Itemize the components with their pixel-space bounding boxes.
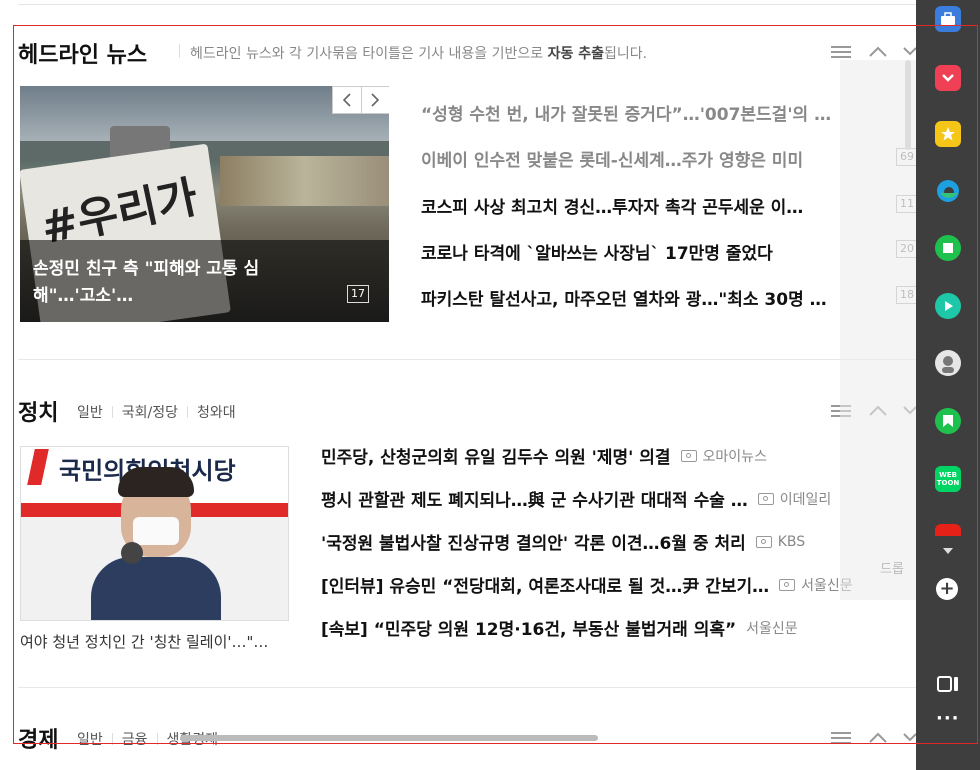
politics-photo-caption[interactable]: 여야 청년 정치인 간 '칭찬 릴레이'…"…: [20, 631, 290, 652]
list-view-icon[interactable]: [831, 730, 851, 749]
collapse-up-icon[interactable]: [868, 729, 888, 748]
sublink-general[interactable]: 일반: [68, 402, 112, 422]
politics-item: [인터뷰] 유승민 “전당대회, 여론조사대로 될 것…尹 간보기… 서울신문: [321, 572, 853, 597]
play-icon[interactable]: [935, 293, 961, 319]
star-icon[interactable]: [935, 121, 961, 147]
sublink-assembly[interactable]: 국회/정당: [113, 402, 187, 422]
title-separator: [179, 44, 180, 58]
news-source[interactable]: 이데일리: [780, 489, 832, 509]
avatar-icon[interactable]: [935, 350, 961, 376]
politics-item-title[interactable]: '국정원 불법사찰 진상규명 결의안' 각론 이견…6월 중 처리: [321, 529, 746, 554]
sublink-general[interactable]: 일반: [68, 729, 112, 749]
headline-photo-caption: 손정민 친구 측 "피해와 고통 심 해"…'고소'… 17: [20, 240, 389, 322]
politics-item: 민주당, 산청군의회 유일 김두수 의원 '제명' 의결 오마이뉴스: [321, 443, 767, 468]
edge-icon[interactable]: [935, 178, 961, 204]
politics-title[interactable]: 정치: [18, 395, 58, 427]
politics-photo[interactable]: 국민의힘인천시당: [20, 446, 289, 621]
camera-icon: [680, 449, 697, 462]
caption-line2: 해"…'고소'…: [33, 286, 134, 306]
browser-sidebar: WEB TOON + ···: [916, 0, 980, 770]
pocket-icon[interactable]: [935, 65, 961, 91]
youtube-icon[interactable]: [935, 524, 961, 536]
collapse-down-icon[interactable]: [903, 729, 917, 748]
politics-sublinks: 일반 국회/정당 청와대: [68, 402, 245, 422]
headline-item[interactable]: 코로나 타격에 `알바쓰는 사장님` 17만명 줄었다: [421, 239, 871, 264]
politics-item-title[interactable]: 평시 관할관 제도 폐지되나…與 군 수사기관 대대적 수술 …: [321, 486, 748, 511]
drop-overlay: [840, 60, 916, 600]
headline-item[interactable]: 이베이 인수전 맞붙은 롯데-신세계…주가 영향은 미미: [421, 146, 871, 171]
sublink-bluehouse[interactable]: 청와대: [188, 402, 245, 422]
news-source[interactable]: 서울신문: [746, 618, 798, 638]
desc-suffix: 됩니다.: [604, 46, 648, 62]
headline-description: 헤드라인 뉴스와 각 기사묶음 타이틀은 기사 내용을 기반으로 자동 추출됩니…: [190, 43, 647, 63]
next-arrow-icon[interactable]: [362, 87, 390, 113]
politics-item-title[interactable]: 민주당, 산청군의회 유일 김두수 의원 '제명' 의결: [321, 443, 671, 468]
caption-line1: 손정민 친구 측 "피해와 고통 심: [33, 259, 260, 279]
horizontal-scrollbar[interactable]: [180, 735, 598, 741]
camera-icon: [779, 578, 796, 591]
green-square-icon[interactable]: [935, 235, 961, 261]
webtoon-label: WEB TOON: [936, 471, 960, 487]
headline-title[interactable]: 헤드라인 뉴스: [18, 37, 147, 69]
split-view-icon[interactable]: [937, 676, 959, 696]
news-source[interactable]: 오마이뉴스: [703, 446, 767, 466]
desc-bold: 자동 추출: [547, 46, 605, 62]
bookmark-icon[interactable]: [935, 408, 961, 434]
sublink-finance[interactable]: 금융: [113, 729, 157, 749]
camera-icon: [757, 492, 774, 505]
politics-item: [속보] “민주당 의원 12명·16건, 부동산 불법거래 의혹” 서울신문: [321, 615, 798, 640]
headline-photo[interactable]: #우리가 손정민 친구 측 "피해와 고통 심 해"…'고소'… 17: [20, 86, 389, 322]
photo-nav: [332, 86, 389, 114]
camera-icon: [755, 535, 772, 548]
add-icon[interactable]: +: [936, 578, 958, 600]
expand-down-icon[interactable]: [943, 548, 953, 554]
prev-arrow-icon[interactable]: [333, 87, 362, 113]
photo-count-badge: 17: [347, 285, 369, 303]
politics-item: '국정원 불법사찰 진상규명 결의안' 각론 이견…6월 중 처리 KBS: [321, 529, 805, 555]
news-source[interactable]: KBS: [778, 534, 805, 550]
toolbox-icon[interactable]: [935, 6, 961, 32]
politics-item-title[interactable]: [속보] “민주당 의원 12명·16건, 부동산 불법거래 의혹”: [321, 615, 736, 640]
section-divider: [18, 687, 918, 688]
politics-item-title[interactable]: [인터뷰] 유승민 “전당대회, 여론조사대로 될 것…尹 간보기…: [321, 572, 769, 597]
drop-tooltip: 드롭: [880, 562, 904, 577]
headline-item[interactable]: 코스피 사상 최고치 경신…투자자 촉각 곤두세운 이…: [421, 193, 871, 218]
headline-item[interactable]: 파키스탄 탈선사고, 마주오던 열차와 광…"최소 30명 …: [421, 285, 871, 310]
politics-item: 평시 관할관 제도 폐지되나…與 군 수사기관 대대적 수술 … 이데일리: [321, 486, 831, 511]
top-divider: [18, 4, 918, 5]
more-icon[interactable]: ···: [936, 708, 960, 729]
headline-item[interactable]: “성형 수천 번, 내가 잘못된 증거다”…'007본드걸'의 …: [421, 100, 871, 125]
desc-prefix: 헤드라인 뉴스와 각 기사묶음 타이틀은 기사 내용을 기반으로: [190, 46, 548, 62]
webtoon-icon[interactable]: WEB TOON: [935, 466, 961, 492]
economy-title[interactable]: 경제: [18, 722, 58, 754]
section-divider: [18, 359, 918, 360]
